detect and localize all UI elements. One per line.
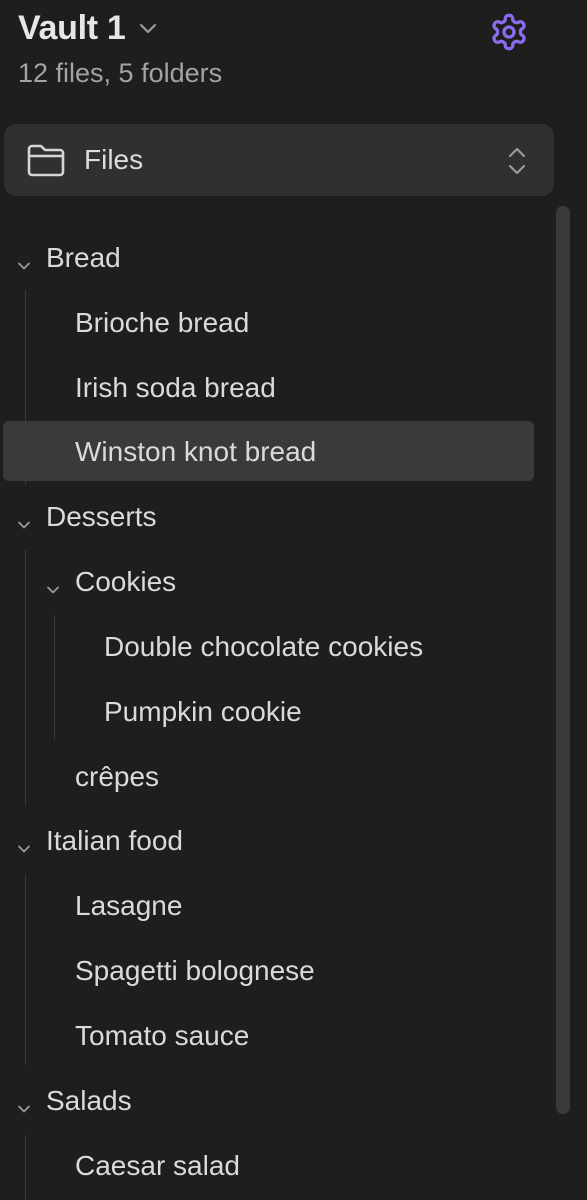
- folder-label: Desserts: [46, 501, 157, 532]
- file-item[interactable]: Irish soda bread: [4, 357, 534, 417]
- chevron-down-icon: [138, 18, 158, 38]
- chevron-up-down-icon: [504, 146, 530, 176]
- folder-label: Cookies: [75, 566, 177, 597]
- folder-label: Bread: [46, 242, 121, 273]
- view-selector[interactable]: Files: [4, 124, 554, 196]
- vault-stats: 12 files, 5 folders: [18, 58, 223, 88]
- folder-label: Italian food: [46, 825, 183, 856]
- file-item[interactable]: crêpes: [4, 746, 534, 806]
- file-label: Caesar salad: [75, 1150, 240, 1181]
- file-label: crêpes: [75, 761, 160, 792]
- folder-desserts[interactable]: Desserts: [4, 486, 534, 546]
- chevron-down-icon: [16, 508, 32, 529]
- file-item[interactable]: Pumpkin cookie: [4, 681, 534, 741]
- chevron-down-icon: [16, 832, 32, 853]
- file-item[interactable]: Lasagne: [4, 875, 534, 935]
- folder-italian-food[interactable]: Italian food: [4, 810, 534, 870]
- file-item[interactable]: Tomato sauce: [4, 1005, 534, 1065]
- folder-cookies[interactable]: Cookies: [4, 551, 534, 611]
- file-label: Pumpkin cookie: [104, 696, 302, 727]
- file-label: Tomato sauce: [75, 1020, 250, 1051]
- file-label: Spagetti bolognese: [75, 955, 315, 986]
- scrollbar[interactable]: [556, 206, 570, 1114]
- file-item[interactable]: Spagetti bolognese: [4, 940, 534, 1000]
- file-tree: Bread Brioche bread Irish soda bread Win…: [0, 210, 560, 1200]
- vault-switcher[interactable]: Vault 1: [18, 6, 158, 50]
- file-label: Lasagne: [75, 890, 183, 921]
- file-item[interactable]: Brioche bread: [4, 292, 534, 352]
- file-label: Winston knot bread: [75, 436, 317, 467]
- file-label: Irish soda bread: [75, 372, 276, 403]
- file-item[interactable]: Double chocolate cookies: [4, 616, 534, 676]
- folder-label: Salads: [46, 1085, 132, 1116]
- chevron-down-icon: [16, 1092, 32, 1113]
- folder-icon: [26, 142, 66, 178]
- chevron-down-icon: [45, 573, 61, 594]
- view-selector-label: Files: [84, 144, 144, 175]
- folder-salads[interactable]: Salads: [4, 1070, 534, 1130]
- gear-icon: [489, 12, 529, 52]
- file-label: Double chocolate cookies: [104, 631, 424, 662]
- vault-header: Vault 1 12 files, 5 folders: [0, 0, 587, 120]
- file-item-selected[interactable]: Winston knot bread: [3, 421, 534, 481]
- file-label: Brioche bread: [75, 307, 250, 338]
- file-item[interactable]: Caesar salad: [4, 1135, 534, 1195]
- vault-title: Vault 1: [18, 8, 126, 47]
- settings-button[interactable]: [488, 11, 530, 53]
- chevron-down-icon: [16, 249, 32, 270]
- folder-bread[interactable]: Bread: [4, 227, 534, 287]
